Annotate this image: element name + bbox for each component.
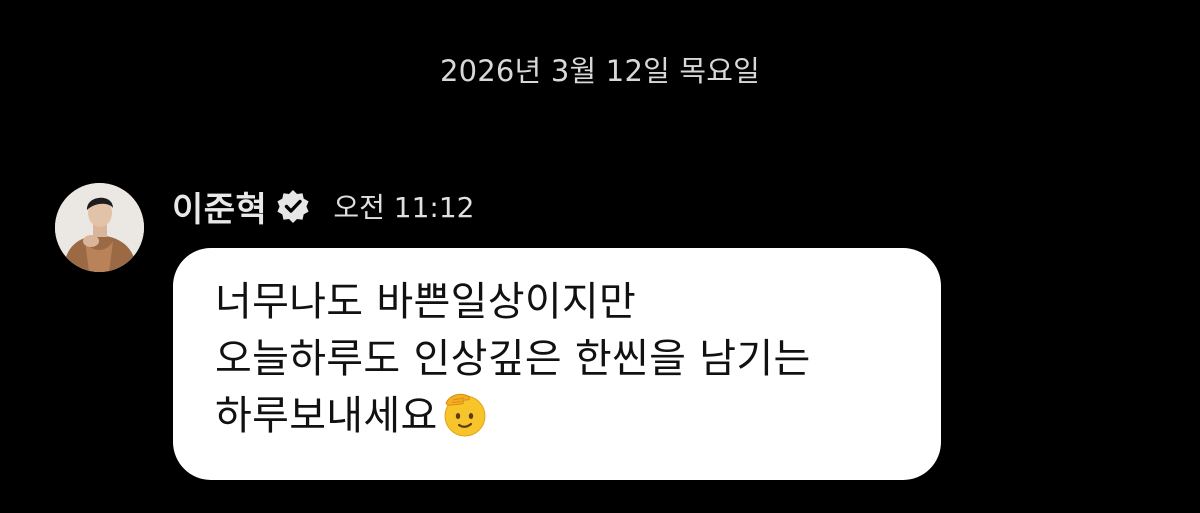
message-time: 오전 11:12 bbox=[333, 191, 475, 224]
message-line-2: 오늘하루도 인상깊은 한씬을 남기는 bbox=[215, 336, 811, 382]
avatar-photo bbox=[55, 183, 144, 272]
message-line-1: 너무나도 바쁜일상이지만 bbox=[215, 279, 637, 325]
message-header: 이준혁 오전 11:12 bbox=[172, 182, 475, 231]
date-divider: 2026년 3월 12일 목요일 bbox=[439, 54, 761, 88]
message-line-3: 하루보내세요 bbox=[215, 388, 899, 445]
saluting-face-emoji-icon bbox=[440, 389, 490, 439]
chat-screen: 2026년 3월 12일 목요일 이준혁 오전 11:12 너무나도 바쁜일상이… bbox=[0, 0, 1200, 513]
verified-badge-icon bbox=[275, 188, 311, 224]
sender-avatar[interactable] bbox=[55, 183, 144, 272]
message-bubble[interactable]: 너무나도 바쁜일상이지만 오늘하루도 인상깊은 한씬을 남기는 하루보내세요 bbox=[173, 248, 941, 480]
sender-name[interactable]: 이준혁 bbox=[172, 182, 267, 231]
message-line-3-text: 하루보내세요 bbox=[215, 393, 438, 439]
